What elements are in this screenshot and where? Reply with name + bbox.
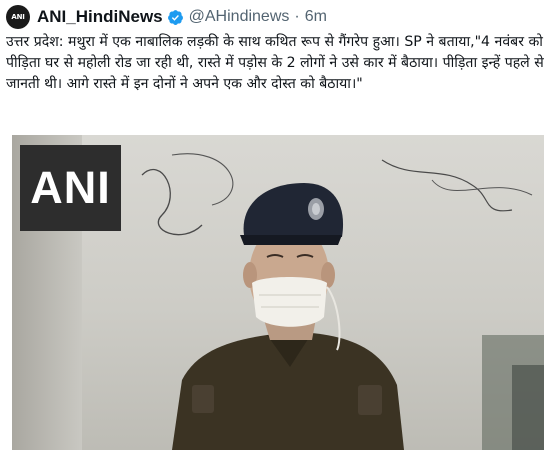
avatar[interactable]: ANI (6, 5, 30, 29)
tweet-timestamp[interactable]: 6m (305, 8, 327, 26)
author-handle[interactable]: @AHindinews (189, 8, 290, 26)
tweet-header: ANI ANI_HindiNews @AHindinews · 6m (6, 4, 327, 30)
verified-badge-icon (167, 9, 184, 26)
ani-watermark: ANI (20, 145, 121, 231)
author-name[interactable]: ANI_HindiNews (37, 7, 163, 27)
avatar-logo-text: ANI (11, 13, 25, 21)
separator-dot: · (294, 8, 300, 25)
tweet-media-video[interactable]: ANI (12, 135, 544, 450)
tweet-text: उत्तर प्रदेश: मथुरा में एक नाबालिक लड़की… (6, 34, 544, 92)
ani-watermark-text: ANI (30, 162, 111, 213)
tweet-card[interactable]: ANI ANI_HindiNews @AHindinews · 6m उत्तर… (0, 0, 558, 454)
